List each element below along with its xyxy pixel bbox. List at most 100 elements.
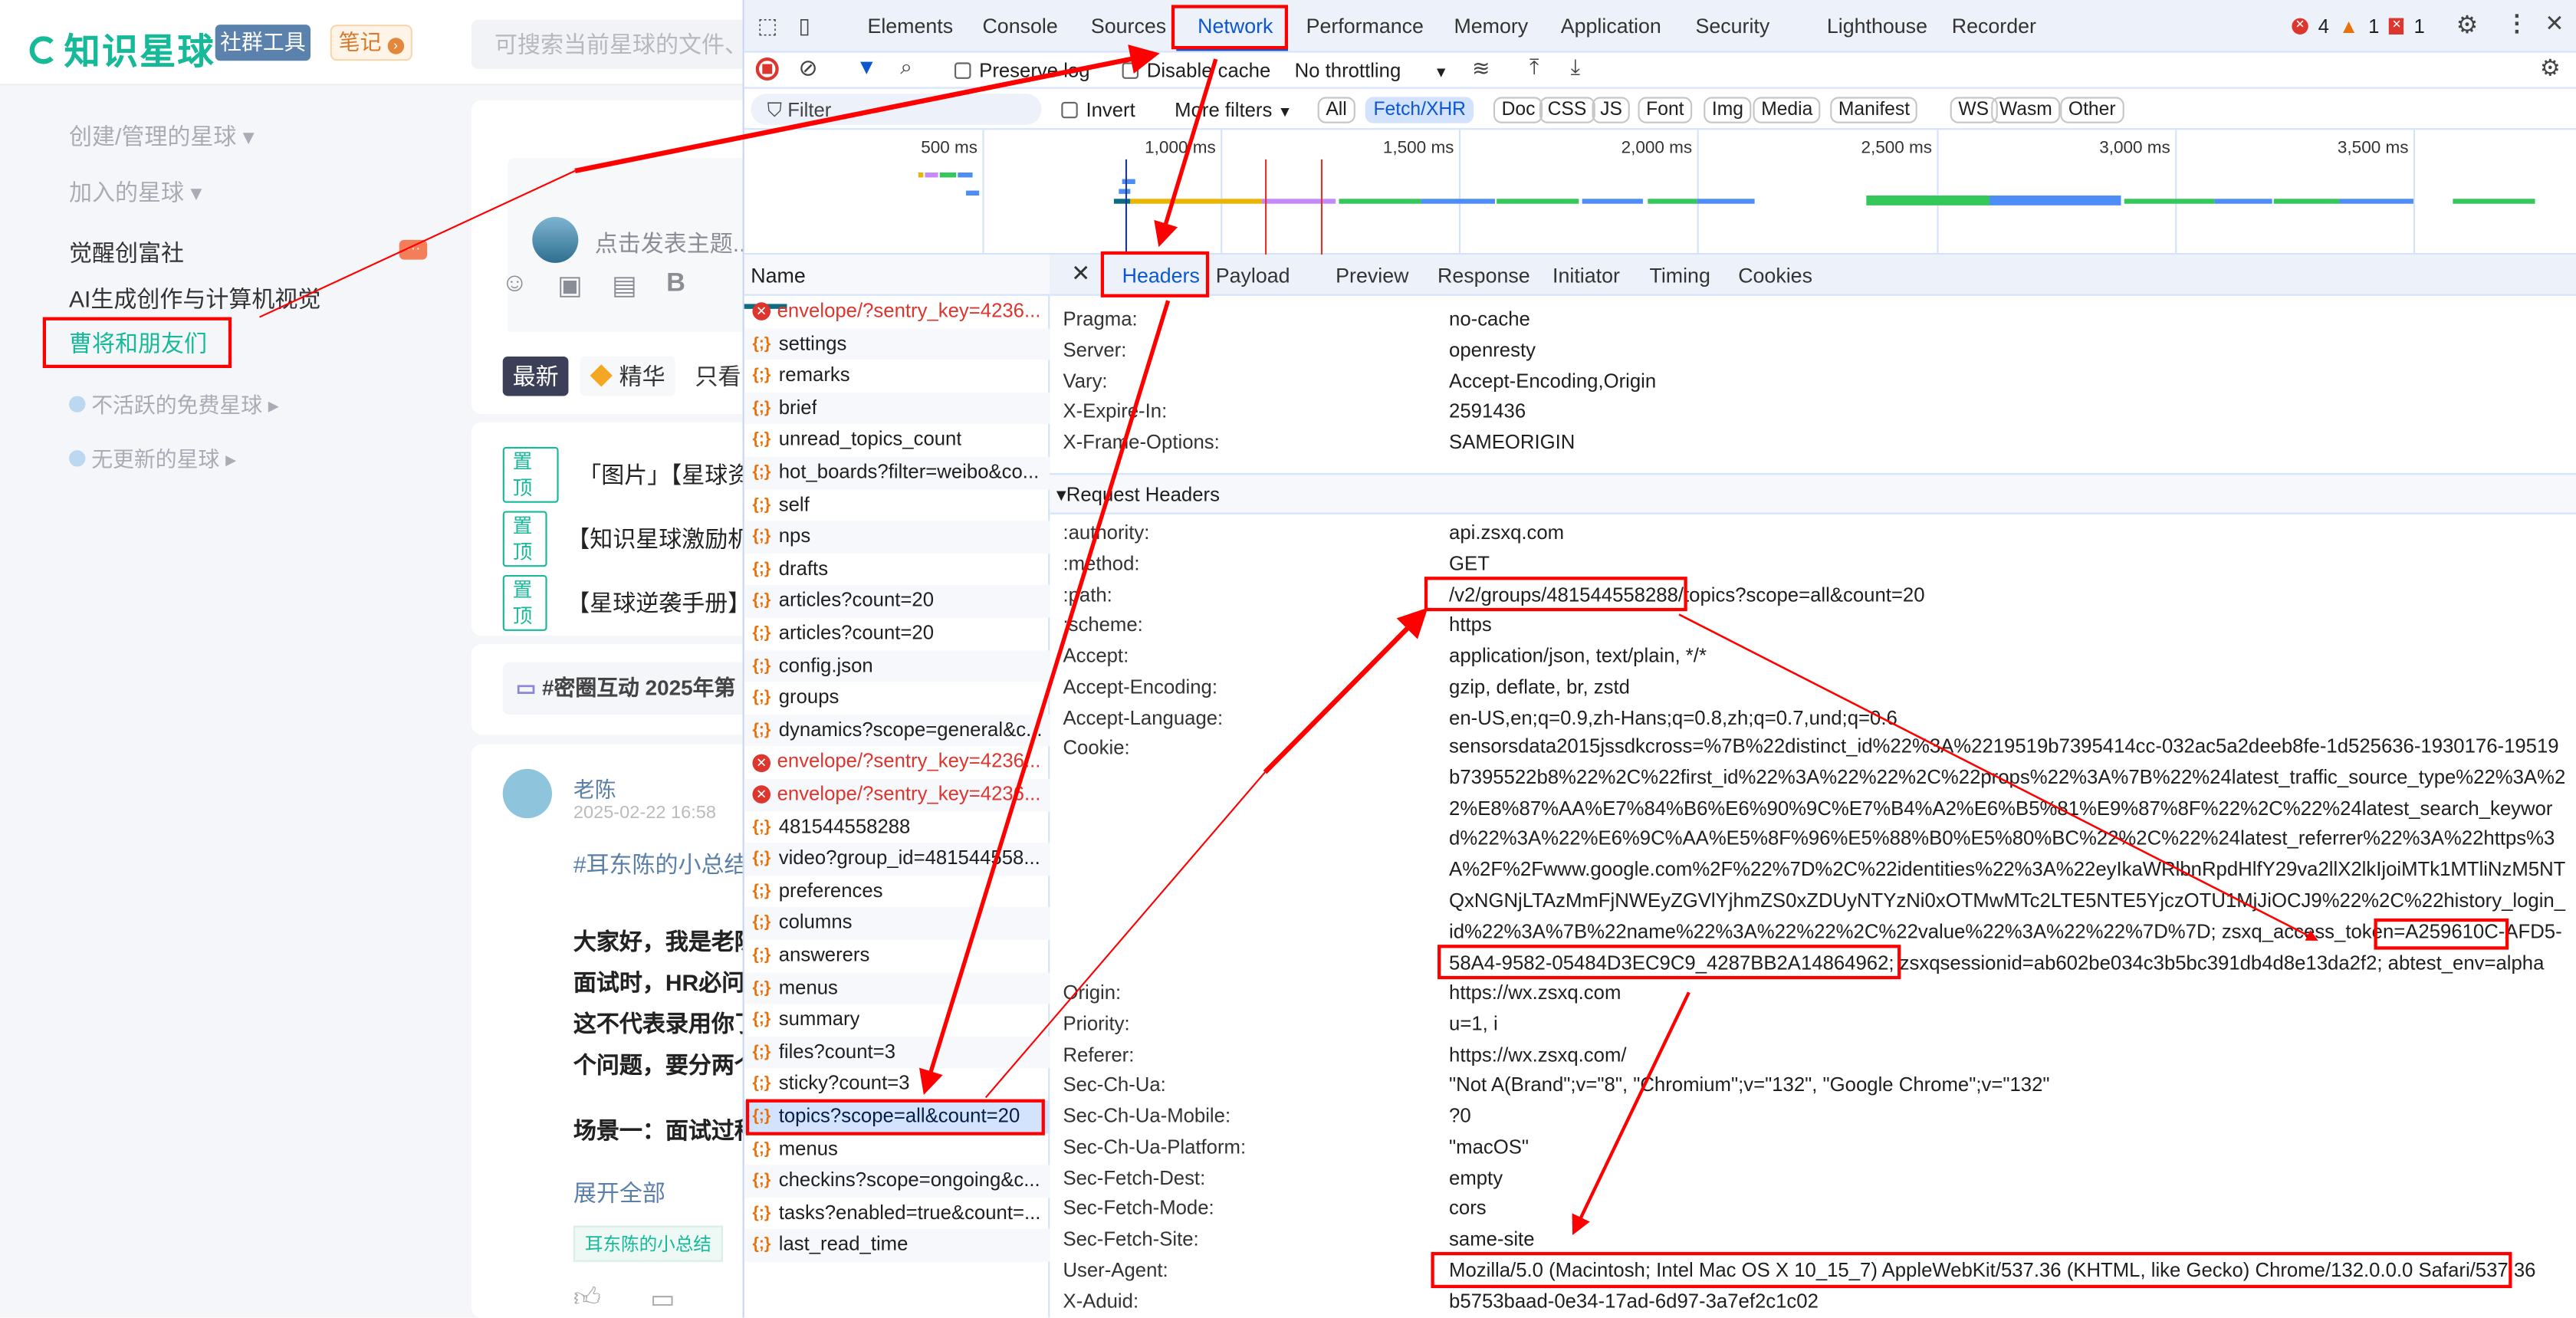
composer-input[interactable]: 点击发表主题... [508, 157, 754, 339]
pinned-item[interactable]: 置顶 【知识星球激励机 [502, 511, 751, 567]
request-row[interactable]: ✕ envelope/?sentry_key=4236... [744, 296, 1050, 328]
no-update-groups-toggle[interactable]: 无更新的星球 ▸ [69, 442, 236, 473]
comment-icon[interactable]: ▭ [650, 1283, 675, 1316]
tab-sources[interactable]: Sources [1091, 15, 1166, 38]
filter-type-fetch-xhr[interactable]: Fetch/XHR [1365, 97, 1474, 123]
like-icon[interactable]: 👍︎ [573, 1283, 601, 1316]
export-har-icon[interactable]: ⤓ [1571, 54, 1580, 81]
request-row[interactable]: {;} video?group_id=481544558... [744, 843, 1050, 876]
request-row[interactable]: {;} menus [744, 971, 1050, 1004]
tab-featured[interactable]: ◆ 精华 [580, 357, 675, 396]
request-row[interactable]: {;} articles?count=20 [744, 585, 1050, 618]
emoji-icon[interactable]: ☺ [501, 269, 528, 302]
invert-checkbox[interactable]: Invert [1061, 99, 1135, 122]
tab-headers[interactable]: Headers [1122, 265, 1200, 288]
tab-response[interactable]: Response [1438, 265, 1530, 288]
request-row[interactable]: {;} unread_topics_count [744, 425, 1050, 457]
more-icon[interactable]: ··· [399, 239, 428, 260]
post-hashtag[interactable]: #耳东陈的小总结 [573, 848, 748, 881]
close-details-icon[interactable]: ✕ [1071, 260, 1090, 288]
request-row[interactable]: ✕ envelope/?sentry_key=4236... [744, 778, 1050, 811]
filter-type-media[interactable]: Media [1753, 97, 1822, 123]
sidebar-group[interactable]: AI生成创作与计算机视觉 [69, 283, 320, 316]
tab-elements[interactable]: Elements [867, 15, 953, 38]
filter-type-manifest[interactable]: Manifest [1830, 97, 1918, 123]
file-icon[interactable]: ▤ [612, 269, 636, 302]
request-row[interactable]: {;} menus [744, 1133, 1050, 1165]
tab-network[interactable]: Network [1198, 15, 1273, 38]
joined-groups-toggle[interactable]: 加入的星球 ▾ [69, 176, 202, 209]
device-toolbar-icon[interactable]: ▯ [798, 13, 810, 39]
name-column-header[interactable]: Name [744, 255, 1050, 296]
tab-initiator[interactable]: Initiator [1552, 265, 1620, 288]
request-row[interactable]: {;} self [744, 489, 1050, 521]
filter-icon[interactable]: ▼ [856, 54, 877, 79]
request-row[interactable]: {;} dynamics?scope=general&c... [744, 714, 1050, 747]
import-har-icon[interactable]: ⤒ [1530, 54, 1539, 81]
request-row[interactable]: {;} summary [744, 1004, 1050, 1037]
request-row[interactable]: {;} tasks?enabled=true&count=... [744, 1198, 1050, 1230]
close-icon[interactable]: ✕ [2545, 10, 2564, 38]
post-author[interactable]: 老陈 [573, 772, 616, 804]
tab-security[interactable]: Security [1695, 15, 1769, 38]
preserve-log-checkbox[interactable]: Preserve log [955, 59, 1090, 82]
request-row[interactable]: {;} sticky?count=3 [744, 1069, 1050, 1101]
sidebar-group[interactable]: 觉醒创富社 [69, 237, 184, 270]
request-row-selected[interactable]: {;} topics?scope=all&count=20 [744, 1100, 1050, 1133]
sidebar-group-active[interactable]: 曹将和朋友们 [69, 327, 207, 360]
throttling-select[interactable]: No throttling ▼ [1295, 59, 1449, 82]
request-row[interactable]: {;} drafts [744, 554, 1050, 586]
disable-cache-checkbox[interactable]: Disable cache [1122, 59, 1270, 82]
request-row[interactable]: {;} answerers [744, 940, 1050, 972]
request-row[interactable]: {;} hot_boards?filter=weibo&co... [744, 456, 1050, 489]
inspect-element-icon[interactable]: ⬚ [757, 13, 777, 39]
post-tag[interactable]: 耳东陈的小总结 [573, 1225, 723, 1262]
tab-timing[interactable]: Timing [1649, 265, 1710, 288]
pinned-item[interactable]: 置顶 【星球逆袭手册】 [502, 575, 751, 631]
filter-type-img[interactable]: Img [1704, 97, 1752, 123]
logo[interactable]: 知识星球 [29, 23, 215, 76]
more-filters-dropdown[interactable]: More filters ▼ [1175, 99, 1292, 122]
request-row[interactable]: {;} brief [744, 392, 1050, 425]
request-row[interactable]: {;} 481544558288 [744, 811, 1050, 843]
image-icon[interactable]: ▣ [557, 269, 582, 302]
pinned-item[interactable]: 置顶 「图片」【星球资 [502, 446, 751, 503]
tab-performance[interactable]: Performance [1306, 15, 1424, 38]
request-row[interactable]: {;} articles?count=20 [744, 618, 1050, 650]
request-row[interactable]: {;} remarks [744, 360, 1050, 393]
filter-type-ws[interactable]: WS [1950, 97, 1997, 123]
network-settings-icon[interactable]: ⚙ [2540, 54, 2561, 82]
filter-type-font[interactable]: Font [1638, 97, 1693, 123]
filter-type-other[interactable]: Other [2060, 97, 2124, 123]
created-groups-toggle[interactable]: 创建/管理的星球 ▾ [69, 120, 255, 153]
tab-latest[interactable]: 最新 [502, 357, 569, 396]
tab-memory[interactable]: Memory [1454, 15, 1528, 38]
filter-type-wasm[interactable]: Wasm [1991, 97, 2061, 123]
tab-recorder[interactable]: Recorder [1952, 15, 2036, 38]
network-conditions-icon[interactable]: ≋ [1472, 56, 1490, 82]
more-options-icon[interactable]: ⋮ [2505, 10, 2528, 38]
banner[interactable]: ▭ #密圈互动 2025年第 [502, 662, 766, 715]
issue-counters[interactable]: ✕ 4 ▲ 1 ✕ 1 [2292, 15, 2425, 38]
request-row[interactable]: {;} columns [744, 907, 1050, 940]
filter-type-js[interactable]: JS [1592, 97, 1631, 123]
request-row[interactable]: ✕ envelope/?sentry_key=4236... [744, 747, 1050, 779]
search-icon[interactable]: ⌕ [900, 54, 912, 81]
filter-type-doc[interactable]: Doc [1493, 97, 1544, 123]
tools-badge[interactable]: 社群工具 [215, 25, 311, 61]
tab-lighthouse[interactable]: Lighthouse [1827, 15, 1927, 38]
tab-cookies[interactable]: Cookies [1738, 265, 1812, 288]
author-avatar[interactable] [502, 768, 553, 819]
request-row[interactable]: {;} settings [744, 327, 1050, 360]
search-input[interactable]: 可搜索当前星球的文件、主 [472, 19, 751, 70]
request-row[interactable]: {;} files?count=3 [744, 1036, 1050, 1069]
request-row[interactable]: {;} groups [744, 682, 1050, 715]
bold-icon[interactable]: B [666, 269, 685, 302]
settings-icon[interactable]: ⚙ [2456, 10, 2479, 40]
request-row[interactable]: {;} preferences [744, 876, 1050, 908]
filter-type-css[interactable]: CSS [1539, 97, 1595, 123]
tab-only[interactable]: 只看 [695, 357, 741, 396]
tab-console[interactable]: Console [982, 15, 1057, 38]
tab-preview[interactable]: Preview [1336, 265, 1408, 288]
filter-type-all[interactable]: All [1317, 97, 1355, 123]
